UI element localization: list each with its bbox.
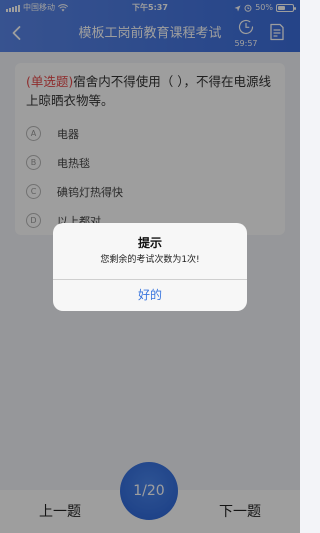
alert-dialog: 提示 您剩余的考试次数为1次! 好的: [53, 223, 247, 311]
alert-ok-button[interactable]: 好的: [53, 280, 247, 311]
alert-title: 提示: [137, 236, 162, 250]
alert-message: 您剩余的考试次数为1次!: [100, 255, 200, 265]
